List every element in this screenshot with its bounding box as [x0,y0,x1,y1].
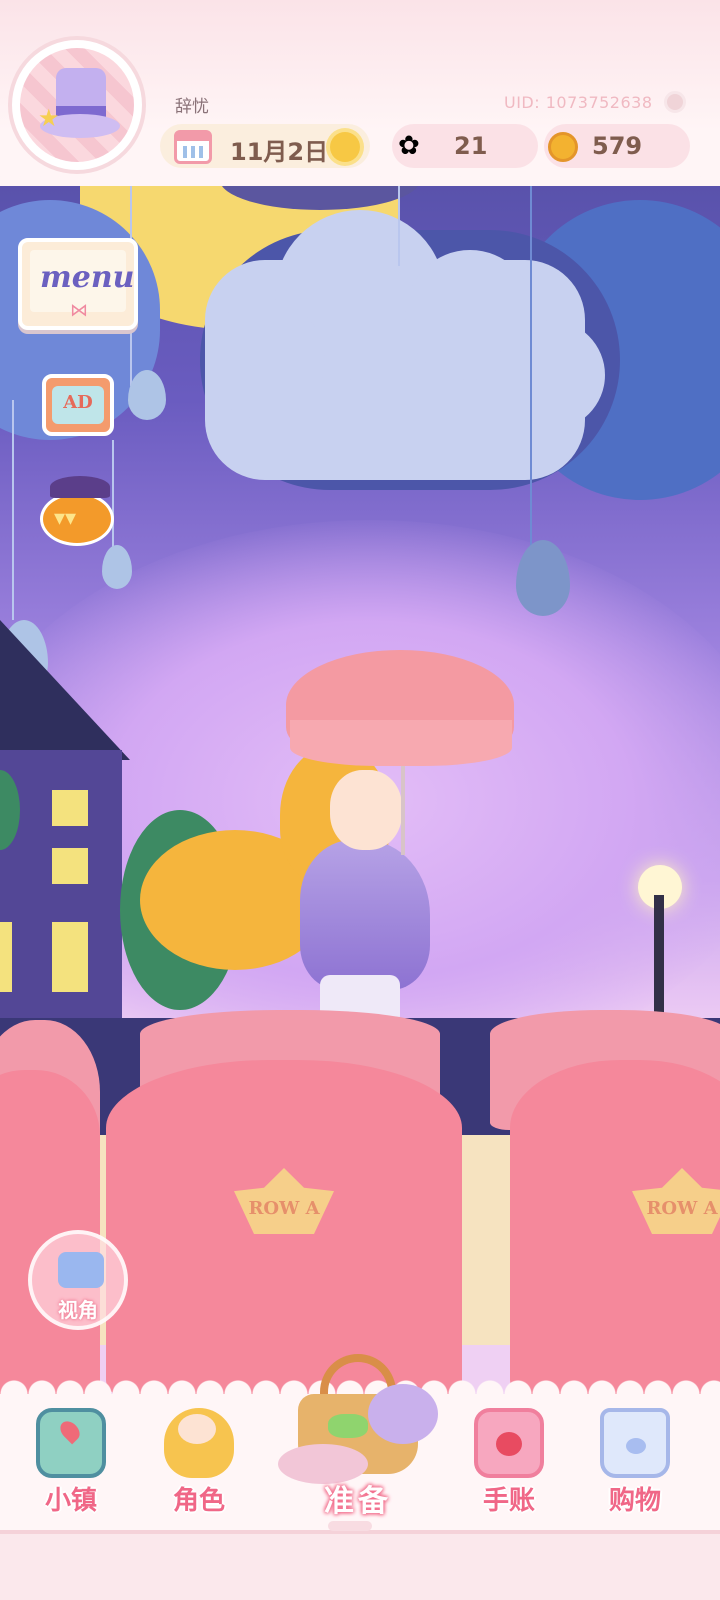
gem-count: 21 [454,132,488,160]
pumpkin-face: ▾▾ [54,506,77,531]
journal-icon [474,1408,544,1478]
character-icon [164,1408,234,1478]
house [0,750,122,1030]
date-display[interactable]: 11月2日 [160,124,370,168]
raindrop-decoration [102,545,132,589]
hanging-string [398,186,400,266]
raindrop-decoration [516,540,570,616]
bow-icon [328,1414,368,1438]
calendar-icon [174,130,212,164]
username: 辞忧 [175,97,209,117]
town-map-icon [36,1408,106,1478]
witch-hat-icon [50,476,110,498]
umbrella-frill [290,720,512,766]
gem-counter[interactable]: ✿ 21 [392,124,538,168]
character-dress [300,840,430,990]
hanging-string [12,400,14,620]
ad-button[interactable]: AD [42,374,114,436]
character-face [330,770,402,850]
home-indicator[interactable] [328,1521,372,1531]
house-roof [0,620,130,760]
raindrop-decoration [128,370,166,420]
nav-item-prepare[interactable]: 准备 [268,1354,448,1524]
lamp-pole [654,895,664,1015]
sun-hat-icon [368,1384,438,1444]
copy-uid-icon[interactable] [664,91,686,113]
menu-label: menu [40,260,135,295]
shopping-bag-icon [600,1408,670,1478]
date-text: 11月2日 [230,138,329,166]
halloween-event-button[interactable]: ▾▾ [40,476,114,546]
uid-label: UID: 1073752638 [504,93,653,112]
pumpkin-icon [40,492,114,546]
nav-item-character[interactable]: 角色 [144,1408,254,1528]
bottom-nav: 小镇 角色 准备 手账 购物 [0,1354,720,1600]
star-icon: ★ [38,104,60,132]
coin-count: 579 [592,132,643,160]
coin-counter[interactable]: 579 [544,124,690,168]
ad-label: AD [63,392,93,413]
nav-label-town: 小镇 [44,1486,97,1516]
nav-item-shop[interactable]: 购物 [580,1408,690,1528]
camera-icon [58,1252,104,1288]
gold-coin-icon [548,132,578,162]
sun-icon [330,132,360,162]
cloud-main [205,210,605,480]
umbrella-stick [401,760,405,855]
rainbow-flower-icon: ✿ [398,131,420,161]
top-status-bar: ★ 辞忧 UID: 1073752638 11月2日 ✿ 21 579 [0,0,720,196]
nav-item-journal[interactable]: 手账 [454,1408,564,1528]
camera-view-button[interactable]: 视角 [28,1230,128,1330]
nav-label-journal: 手账 [482,1486,535,1516]
bow-icon: ⋈ [70,300,88,321]
nav-label-shop: 购物 [608,1486,661,1516]
camera-label: 视角 [58,1298,98,1322]
hanging-string [530,186,532,546]
nav-label-prepare: 准备 [324,1484,392,1519]
menu-button[interactable]: menu ⋈ [18,238,138,330]
nav-label-character: 角色 [172,1486,225,1516]
nav-item-town[interactable]: 小镇 [16,1408,126,1528]
avatar[interactable]: ★ [20,48,134,162]
